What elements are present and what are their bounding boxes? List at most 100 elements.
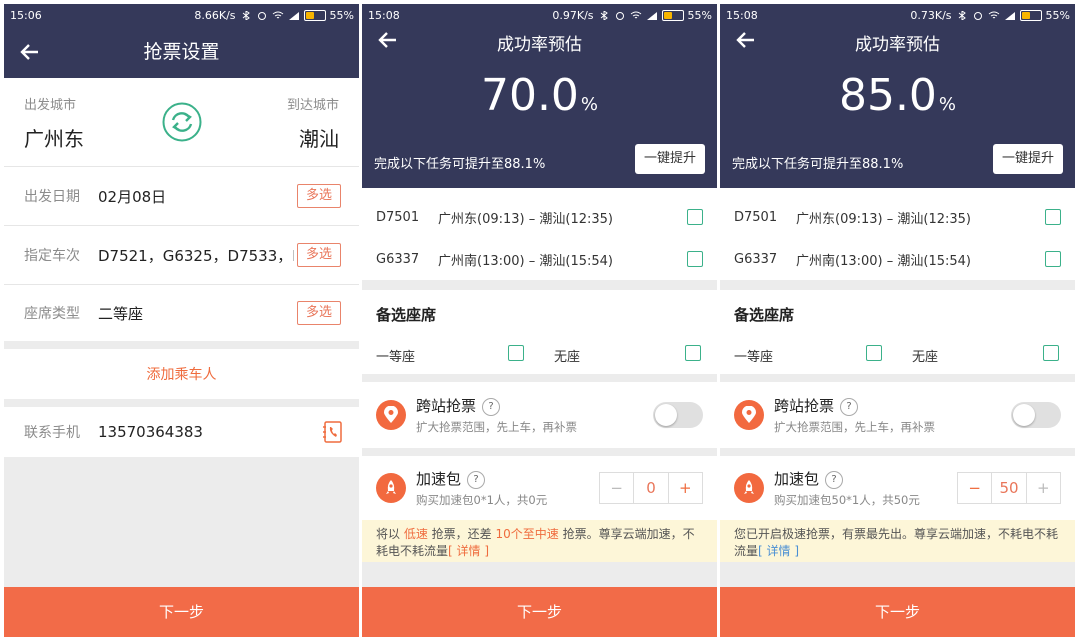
speed-pack-title: 加速包 — [416, 470, 462, 488]
train-checkbox[interactable] — [1045, 209, 1061, 225]
train-value: D7521，G6325，D7533，D... — [98, 246, 294, 265]
rate-unit: % — [580, 94, 599, 115]
wifi-icon — [630, 11, 641, 18]
notice-text: 抢票，还差 — [431, 527, 496, 541]
battery-icon — [303, 9, 326, 21]
to-city: 潮汕 — [299, 127, 339, 151]
train-route: 广州东(09:13) – 潮汕(12:35) — [796, 211, 971, 227]
bluetooth-icon — [958, 10, 966, 20]
from-city-block[interactable]: 出发城市 广州东 — [24, 94, 84, 152]
rate-value: 70.0 — [480, 70, 579, 121]
add-passenger-button[interactable]: 添加乘车人 — [147, 364, 217, 384]
help-icon[interactable]: ? — [482, 397, 501, 416]
cross-station-text: 跨站抢票? 扩大抢票范围，先上车，再补票 — [774, 395, 935, 435]
speed-pack-subtitle: 购买加速包50*1人，共50元 — [774, 493, 920, 507]
rate-unit: % — [938, 94, 957, 115]
from-city-label: 出发城市 — [24, 98, 77, 113]
alarm-icon — [257, 11, 266, 20]
phone-value[interactable]: 13570364383 — [98, 423, 203, 441]
train-checkbox[interactable] — [1045, 251, 1061, 267]
train-option-row[interactable]: D7501 广州东(09:13) – 潮汕(12:35) — [720, 196, 1075, 238]
notice-text: 将以 — [376, 527, 401, 541]
battery-icon — [661, 9, 684, 21]
train-option-row[interactable]: G6337 广州南(13:00) – 潮汕(15:54) — [720, 238, 1075, 280]
phone-row: 联系手机 13570364383 — [4, 407, 359, 457]
speed-pack-text: 加速包? 购买加速包50*1人，共50元 — [774, 468, 920, 508]
seat-value: 二等座 — [98, 304, 144, 323]
date-row[interactable]: 出发日期 02月08日 多选 — [4, 167, 359, 226]
help-icon[interactable]: ? — [467, 470, 486, 489]
battery-level — [1021, 11, 1031, 19]
one-click-boost-button[interactable]: 一键提升 — [993, 144, 1063, 174]
train-number: G6337 — [376, 251, 420, 267]
train-route: 广州南(13:00) – 潮汕(15:54) — [438, 253, 613, 269]
train-option-row[interactable]: G6337 广州南(13:00) – 潮汕(15:54) — [362, 238, 717, 280]
next-step-button[interactable]: 下一步 — [362, 587, 717, 637]
wifi-icon — [272, 11, 283, 18]
speed-pack-subtitle: 购买加速包0*1人，共0元 — [416, 493, 548, 507]
cross-station-toggle[interactable] — [653, 402, 703, 428]
alt-seat-label: 无座 — [554, 350, 581, 365]
swap-refresh-icon[interactable] — [162, 102, 202, 142]
cross-station-subtitle: 扩大抢票范围，先上车，再补票 — [774, 420, 935, 434]
speed-pack-title: 加速包 — [774, 470, 820, 488]
quantity-value[interactable]: 0 — [633, 473, 669, 503]
quantity-stepper: − 0 + — [599, 472, 703, 504]
minus-button[interactable]: − — [600, 473, 633, 503]
minus-button[interactable]: − — [958, 473, 991, 503]
to-city-block[interactable]: 到达城市 潮汕 — [287, 94, 339, 152]
quantity-value[interactable]: 50 — [991, 473, 1027, 503]
alt-seat-checkbox[interactable] — [866, 345, 882, 361]
next-step-button[interactable]: 下一步 — [4, 587, 359, 637]
location-pin-icon — [734, 400, 764, 430]
plus-button[interactable]: + — [1027, 473, 1060, 503]
network-speed: 0.73K/s — [910, 8, 952, 22]
speed-pack-row: 加速包? 购买加速包0*1人，共0元 − 0 + — [362, 456, 717, 520]
alarm-icon — [615, 11, 624, 20]
help-icon[interactable]: ? — [825, 470, 844, 489]
status-time: 15:08 — [368, 8, 400, 22]
success-rate: 85.0% — [720, 70, 1075, 121]
seat-multi-button[interactable]: 多选 — [297, 301, 341, 325]
train-checkbox[interactable] — [687, 251, 703, 267]
train-option-row[interactable]: D7501 广州东(09:13) – 潮汕(12:35) — [362, 196, 717, 238]
header: 抢票设置 — [4, 26, 359, 78]
status-icons: 0.97K/s 55% — [552, 9, 712, 22]
bluetooth-icon — [242, 10, 250, 20]
train-row[interactable]: 指定车次 D7521，G6325，D7533，D... 多选 — [4, 226, 359, 285]
details-link[interactable]: [ 详情 ] — [448, 544, 489, 558]
status-time: 15:08 — [726, 8, 758, 22]
cross-station-title: 跨站抢票 — [774, 397, 835, 415]
alt-seat-checkbox[interactable] — [508, 345, 524, 361]
cross-station-row: 跨站抢票? 扩大抢票范围，先上车，再补票 — [720, 382, 1075, 448]
notice-speed-low: 低速 — [400, 527, 432, 541]
back-arrow-icon[interactable] — [18, 40, 42, 64]
details-link[interactable]: [ 详情 ] — [758, 544, 799, 558]
add-passenger-row[interactable]: 添加乘车人 — [4, 349, 359, 399]
train-checkbox[interactable] — [687, 209, 703, 225]
status-icons: 0.73K/s 55% — [910, 9, 1070, 22]
date-multi-button[interactable]: 多选 — [297, 184, 341, 208]
train-multi-button[interactable]: 多选 — [297, 243, 341, 267]
top-bar: 15:08 0.97K/s 55% 成功率预估 70.0% 完成以下任务可提升至… — [362, 4, 717, 188]
help-icon[interactable]: ? — [840, 397, 859, 416]
alt-seat-title: 备选座席 — [376, 306, 437, 324]
alt-seat-checkbox[interactable] — [1043, 345, 1059, 361]
alt-seat-checkbox[interactable] — [685, 345, 701, 361]
plus-button[interactable]: + — [669, 473, 702, 503]
contact-book-icon[interactable] — [323, 421, 343, 443]
battery-level — [305, 11, 315, 19]
cross-station-title: 跨站抢票 — [416, 397, 477, 415]
seat-row[interactable]: 座席类型 二等座 多选 — [4, 285, 359, 341]
panel-ticket-settings: 15:06 8.66K/s 55% 抢票设置 出发城市 广州东 到达城市 潮汕 … — [4, 4, 359, 637]
next-step-button[interactable]: 下一步 — [720, 587, 1075, 637]
one-click-boost-button[interactable]: 一键提升 — [635, 144, 705, 174]
alt-seat-title: 备选座席 — [734, 306, 795, 324]
cross-station-subtitle: 扩大抢票范围，先上车，再补票 — [416, 420, 577, 434]
speed-pack-text: 加速包? 购买加速包0*1人，共0元 — [416, 468, 547, 508]
network-speed: 8.66K/s — [194, 8, 236, 22]
from-city: 广州东 — [24, 127, 84, 151]
speed-notice: 将以 低速 抢票，还差 10个至中速 抢票。尊享云端加速，不耗电不耗流量[ 详情… — [362, 520, 717, 562]
status-bar: 15:08 0.73K/s 55% — [720, 4, 1075, 26]
cross-station-toggle[interactable] — [1011, 402, 1061, 428]
